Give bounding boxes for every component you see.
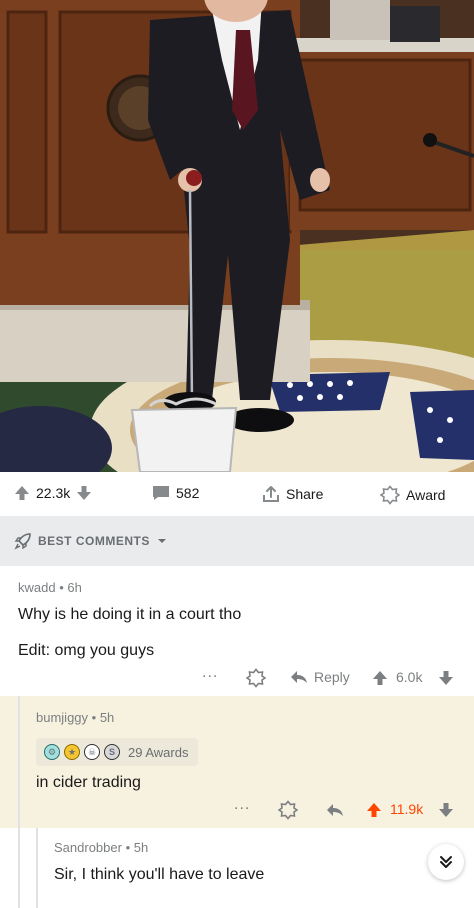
thread-line[interactable]: [18, 696, 20, 828]
comment-meta: kwadd • 6h: [18, 580, 82, 595]
comment-sort-selector[interactable]: BEST COMMENTS: [0, 516, 474, 566]
award-icon[interactable]: [278, 800, 298, 820]
skull-award-icon: ☠: [84, 744, 100, 760]
comment-score: 6.0k: [396, 669, 423, 685]
award-badge-icon: ⚙: [44, 744, 60, 760]
downvote-icon[interactable]: [76, 485, 92, 501]
comment-author[interactable]: kwadd: [18, 580, 56, 595]
share-icon: [263, 486, 279, 502]
comment-age: 5h: [99, 710, 115, 725]
comment-edit-text: Edit: omg you guys: [18, 642, 155, 659]
comment-age: 6h: [67, 580, 82, 595]
more-options-button[interactable]: ...: [234, 796, 250, 814]
post-upvote-count: 22.3k: [36, 485, 71, 501]
comment-bumjiggy: bumjiggy • 5h ⚙ ★ ☠ S 29 Awards in cider…: [0, 696, 474, 828]
comment-actions: ... Reply 6.0k: [200, 664, 460, 688]
post-image[interactable]: [0, 0, 474, 472]
reply-icon: [291, 671, 307, 683]
reply-button[interactable]: Reply: [290, 669, 350, 685]
post-vote-group: 22.3k: [14, 485, 92, 501]
award-icon: [380, 485, 400, 505]
share-button[interactable]: Share: [262, 485, 323, 503]
upvote-icon[interactable]: [14, 485, 30, 501]
post-action-bar: 22.3k 582 Share Award: [0, 472, 474, 516]
comment-score: 11.9k: [390, 801, 424, 817]
meta-separator: •: [91, 710, 100, 725]
reply-icon[interactable]: [326, 802, 344, 818]
comment-body: Why is he doing it in a court tho: [18, 606, 242, 623]
courtroom-photo: [0, 0, 474, 472]
rocket-icon: [14, 533, 31, 550]
next-comment-button[interactable]: [428, 844, 464, 880]
comment-body: in cider trading: [36, 774, 141, 791]
comment-actions: ... 11.9k: [234, 796, 464, 820]
comment-meta: Sandrobber • 5h: [54, 840, 148, 855]
downvote-icon[interactable]: [438, 802, 454, 818]
awards-count: 29 Awards: [128, 744, 189, 760]
comment-count: 582: [176, 485, 200, 501]
meta-separator: •: [125, 840, 134, 855]
chevron-down-icon: [157, 539, 166, 543]
awards-strip[interactable]: ⚙ ★ ☠ S 29 Awards: [36, 738, 199, 766]
comment-author[interactable]: Sandrobber: [54, 840, 122, 855]
comment-body: Sir, I think you'll have to leave: [54, 866, 265, 883]
comment-kwadd: kwadd • 6h Why is he doing it in a court…: [0, 566, 474, 696]
award-icon[interactable]: [246, 668, 266, 688]
award-button[interactable]: Award: [380, 485, 445, 505]
comment-sandrobber: Sandrobber • 5h Sir, I think you'll have…: [0, 828, 474, 908]
thread-line[interactable]: [18, 828, 20, 908]
downvote-icon[interactable]: [438, 670, 454, 686]
silver-award-icon: S: [104, 744, 120, 760]
upvote-icon-active[interactable]: [366, 802, 382, 818]
award-label: Award: [406, 487, 446, 503]
comment-meta: bumjiggy • 5h: [36, 710, 114, 725]
thread-line-nested[interactable]: [36, 828, 38, 908]
more-options-button[interactable]: ...: [202, 664, 218, 682]
gold-award-icon: ★: [64, 744, 80, 760]
comments-button[interactable]: 582: [152, 485, 199, 501]
reply-label: Reply: [314, 669, 350, 685]
comment-icon: [153, 486, 169, 500]
share-label: Share: [286, 486, 324, 502]
comment-age: 5h: [133, 840, 149, 855]
sort-label: BEST COMMENTS: [38, 534, 150, 548]
upvote-icon[interactable]: [372, 670, 388, 686]
double-chevron-down-icon: [440, 856, 452, 868]
comment-author[interactable]: bumjiggy: [36, 710, 88, 725]
